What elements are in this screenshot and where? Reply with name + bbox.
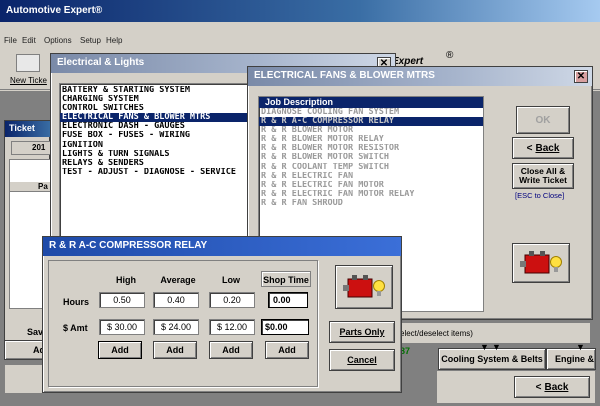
save-label[interactable]: Sav	[27, 327, 43, 337]
parts-only-label: Parts Only	[339, 327, 385, 337]
main-back-label: Back	[544, 381, 569, 393]
job-item[interactable]: R & R BLOWER MOTOR RELAY	[259, 135, 483, 144]
job-item[interactable]: R & R BLOWER MOTOR	[259, 126, 483, 135]
job-item[interactable]: R & R ELECTRIC FAN	[259, 172, 483, 181]
add-shop-label: Add	[278, 345, 296, 355]
relay-dialog: R & R A-C COMPRESSOR RELAY High Average …	[42, 236, 402, 393]
fans-back-label: Back	[535, 142, 560, 154]
main-title-bar: Automotive Expert®	[0, 0, 600, 22]
menu-options[interactable]: Options	[44, 36, 72, 45]
col-high: High	[116, 275, 136, 285]
registered-mark: ®	[446, 50, 454, 61]
add-high-button[interactable]: Add	[98, 341, 142, 359]
tab-cooling-system-belts-label: Cooling System & Belts	[441, 354, 543, 364]
amt-shop-field[interactable]: $0.00	[261, 319, 309, 335]
close-all-label: Close All & Write Ticket	[519, 166, 567, 185]
new-ticket-label[interactable]: New Ticke	[10, 76, 47, 85]
job-item[interactable]: DIAGNOSE COOLING FAN SYSTEM	[259, 108, 483, 117]
fans-close-icon[interactable]: ✕	[574, 70, 588, 83]
tab-engine[interactable]: Engine &	[546, 348, 596, 370]
relay-battery-bulb-icon	[343, 275, 385, 298]
ticket-panel-title: Ticket	[9, 123, 35, 133]
fans-battery-image-button[interactable]	[512, 243, 570, 283]
cancel-label: Cancel	[347, 355, 377, 365]
hours-high-field[interactable]: 0.50	[99, 292, 145, 308]
status-hint: elect/deselect items)	[400, 329, 473, 338]
category-item[interactable]: LIGHTS & TURN SIGNALS	[60, 150, 250, 159]
category-item[interactable]: FUSE BOX - FUSES - WIRING	[60, 131, 250, 140]
category-item[interactable]: RELAYS & SENDERS	[60, 159, 250, 168]
ticket-tab[interactable]: 201	[11, 141, 53, 155]
relay-title: R & R A-C COMPRESSOR RELAY	[49, 240, 208, 251]
job-item[interactable]: R & R ELECTRIC FAN MOTOR RELAY	[259, 190, 483, 199]
category-item[interactable]: IGNITION	[60, 141, 250, 150]
menu-setup[interactable]: Setup	[80, 36, 101, 45]
main-back-arrow-icon: <	[535, 381, 542, 393]
close-all-write-ticket-button[interactable]: Close All & Write Ticket	[512, 163, 574, 189]
add-shop-button[interactable]: Add	[265, 341, 309, 359]
row-amt: $ Amt	[63, 323, 88, 333]
job-item[interactable]: R & R A-C COMPRESSOR RELAY	[259, 117, 483, 127]
amt-low-field[interactable]: $ 12.00	[209, 319, 255, 335]
tab-arrow-icon-2[interactable]: ▼	[492, 342, 501, 352]
tab-engine-label: Engine &	[555, 354, 595, 364]
col-average: Average	[160, 275, 196, 285]
ticket-grid-header: Pa	[10, 182, 52, 192]
job-item[interactable]: R & R ELECTRIC FAN MOTOR	[259, 181, 483, 190]
add-average-button[interactable]: Add	[153, 341, 197, 359]
electrical-title: Electrical & Lights	[57, 57, 145, 68]
hours-low-field[interactable]: 0.20	[209, 292, 255, 308]
hours-shop-field[interactable]: 0.00	[268, 292, 308, 308]
main-back-button[interactable]: < Back	[514, 376, 590, 398]
fans-back-button[interactable]: < Back	[512, 137, 574, 159]
category-item[interactable]: TEST - ADJUST - DIAGNOSE - SERVICE	[60, 168, 250, 177]
ticket-panel-title-bar: Ticket	[5, 121, 51, 137]
add-high-label: Add	[111, 345, 129, 355]
main-title: Automotive Expert®	[6, 5, 103, 16]
job-item[interactable]: R & R BLOWER MOTOR RESISTOR	[259, 144, 483, 153]
esc-hint: [ESC to Close]	[515, 191, 565, 200]
job-list-header: Job Description	[259, 97, 483, 108]
menu-file[interactable]: File	[4, 36, 17, 45]
relay-battery-image	[335, 265, 393, 309]
row-hours: Hours	[63, 297, 90, 307]
ok-button[interactable]: OK	[516, 106, 570, 134]
job-item[interactable]: R & R BLOWER MOTOR SWITCH	[259, 153, 483, 162]
category-item[interactable]: CHARGING SYSTEM	[60, 95, 250, 104]
parts-only-button[interactable]: Parts Only	[329, 321, 395, 343]
ok-label: OK	[535, 114, 551, 126]
category-item[interactable]: ELECTRONIC DASH - GAUGES	[60, 122, 250, 131]
category-item[interactable]: ELECTRICAL FANS & BLOWER MTRS	[60, 113, 250, 123]
amt-high-field[interactable]: $ 30.00	[99, 319, 145, 335]
relay-title-bar: R & R A-C COMPRESSOR RELAY	[43, 237, 401, 256]
add-average-label: Add	[166, 345, 184, 355]
hours-average-field[interactable]: 0.40	[153, 292, 199, 308]
cancel-button[interactable]: Cancel	[329, 349, 395, 371]
add-low-label: Add	[222, 345, 240, 355]
amt-average-field[interactable]: $ 24.00	[153, 319, 199, 335]
fans-back-arrow-icon: <	[526, 142, 533, 154]
tab-arrow-icon-3[interactable]: ▼	[576, 342, 585, 352]
col-shop-time: Shop Time	[263, 275, 309, 285]
category-item[interactable]: CONTROL SWITCHES	[60, 104, 250, 113]
new-ticket-icon[interactable]	[16, 54, 40, 72]
add-low-button[interactable]: Add	[209, 341, 253, 359]
tab-arrow-icon[interactable]: ▼	[480, 342, 489, 352]
menu-edit[interactable]: Edit	[22, 36, 36, 45]
col-low: Low	[222, 275, 240, 285]
ticket-tab-label: 201	[32, 143, 46, 152]
fans-title: ELECTRICAL FANS & BLOWER MTRS	[254, 70, 435, 81]
job-item[interactable]: R & R COOLANT TEMP SWITCH	[259, 163, 483, 172]
menu-help[interactable]: Help	[106, 36, 122, 45]
fans-title-bar: ELECTRICAL FANS & BLOWER MTRS	[248, 67, 592, 86]
ticket-grid-col-header: Pa	[38, 182, 48, 191]
battery-bulb-icon	[520, 251, 562, 274]
category-item[interactable]: BATTERY & STARTING SYSTEM	[60, 86, 250, 95]
job-item[interactable]: R & R FAN SHROUD	[259, 199, 483, 208]
